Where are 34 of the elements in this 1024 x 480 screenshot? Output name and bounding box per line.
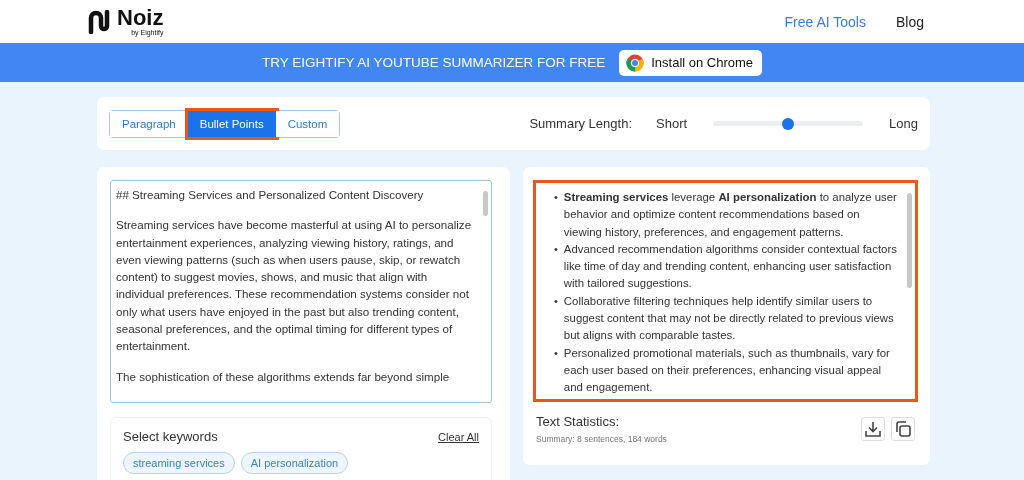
stats-summary: Summary: 8 sentences, 184 words — [536, 434, 667, 444]
copy-button[interactable] — [891, 417, 915, 441]
mode-tab[interactable]: Custom — [275, 110, 340, 137]
max-label: Long — [889, 116, 918, 131]
input-paragraph: The sophistication of these algorithms extends far beyond simple — [116, 368, 451, 385]
input-field[interactable] — [110, 180, 492, 403]
bullet-marker: • — [554, 241, 558, 257]
mode-tab[interactable]: Bullet Points — [187, 110, 276, 137]
chrome-icon — [626, 53, 645, 72]
summary-bullet: Streaming services leverage AI personalization to analyze user behavior and optimize content recommendations based on viewing history, preferences, and engagement patterns. — [563, 190, 898, 240]
banner-text: TRY EIGHTIFY AI YOUTUBE SUMMARIZER FOR FREE — [261, 55, 606, 70]
install-button[interactable]: Install on Chrome — [619, 49, 763, 76]
slider-thumb[interactable] — [782, 117, 795, 130]
bullet-marker: • — [554, 190, 558, 205]
download-icon — [864, 420, 882, 438]
download-button[interactable] — [861, 417, 885, 441]
summary-bullet: Advanced recommendation algorithms consider contextual factors like time of day and trending content, enhancing user satisfaction with tailored suggestions. — [563, 241, 898, 292]
length-label: Summary Length: — [529, 116, 632, 131]
keyword-chip[interactable]: streaming services — [123, 452, 235, 474]
nav-link[interactable]: Free AI Tools — [784, 13, 866, 30]
stats-title: Text Statistics: — [536, 414, 621, 429]
copy-icon — [894, 420, 912, 438]
nav-link[interactable]: Blog — [895, 13, 924, 30]
bullet-marker: • — [554, 293, 558, 309]
input-paragraph: Streaming services have become masterful at using AI to personalize entertainment experiences, analyzing viewing history, ratings, and even viewing patterns (such as when users pause, skip, or rewatch content) to suggest movies, shows, and music that align with individual preferences. These recommendation systems consider not only what users have enjoyed in the past but also trending content, seasonal preferences, and the optimal timing for different types of entertainment. — [116, 217, 473, 355]
keywords-title: Select keywords — [123, 429, 218, 444]
clear-all-link[interactable]: Clear All — [438, 430, 479, 443]
min-label: Short — [656, 116, 688, 131]
bullet-marker: • — [554, 345, 558, 361]
summary-bullet: Personalized promotional materials, such as thumbnails, vary for each user based on their preferences, enhancing visual appeal and engagement. — [563, 345, 891, 396]
summary-bullet: Collaborative filtering techniques help identify similar users to suggest content that may not be directly related to previous views but aligns with comparable tastes. — [563, 293, 895, 344]
logo-text: Noiz — [117, 7, 164, 29]
keyword-chip[interactable]: AI personalization — [240, 452, 349, 474]
input-paragraph: ## Streaming Services and Personalized Content Discovery — [116, 187, 425, 203]
